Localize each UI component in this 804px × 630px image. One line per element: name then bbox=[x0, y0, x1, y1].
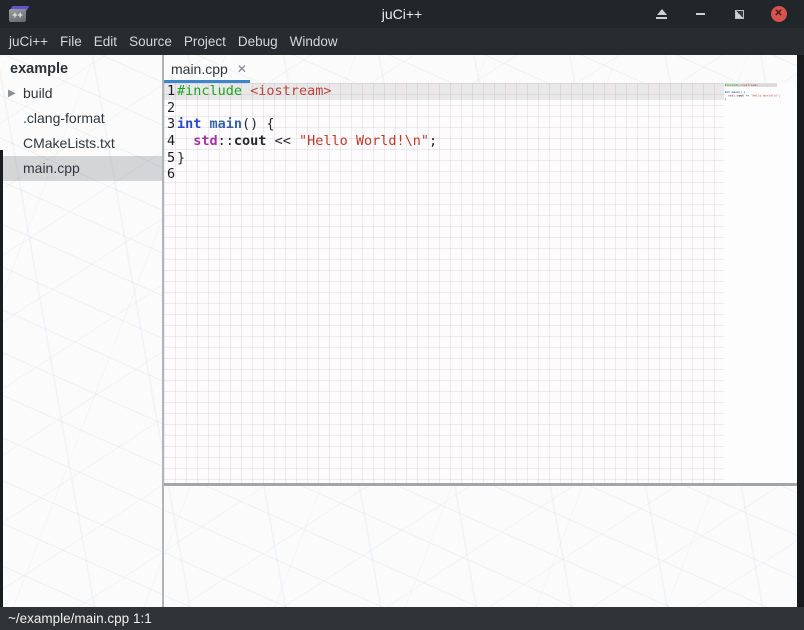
tab-main-cpp[interactable]: main.cpp ✕ bbox=[164, 55, 258, 83]
code-token-identifier: cout bbox=[737, 94, 744, 98]
editor: 1#include <iostream>23int main() {4 std:… bbox=[164, 83, 797, 483]
menu-item-window[interactable]: Window bbox=[284, 28, 344, 55]
code-line: 5} bbox=[725, 98, 727, 102]
window-left-edge bbox=[0, 150, 3, 607]
code-token-plain bbox=[201, 116, 209, 133]
tree-item-label: .clang-format bbox=[23, 110, 105, 126]
code-token-include_path: <iostream> bbox=[740, 83, 757, 87]
titlebar: ++ juCi++ ✕ bbox=[0, 0, 804, 28]
menu-item-project[interactable]: Project bbox=[178, 28, 232, 55]
code-token-namespace: std bbox=[193, 133, 217, 150]
code-line: 1#include <iostream> bbox=[164, 83, 724, 100]
code-token-include_path: <iostream> bbox=[250, 83, 331, 100]
window-right-edge bbox=[797, 55, 804, 607]
code-token-string: "Hello World!\n" bbox=[299, 133, 429, 150]
menubar: juCi++FileEditSourceProjectDebugWindow bbox=[0, 28, 804, 55]
code-line: 6 bbox=[164, 166, 724, 183]
tab-label: main.cpp bbox=[171, 61, 228, 77]
line-number: 5 bbox=[164, 150, 177, 167]
code-area[interactable]: 1#include <iostream>23int main() {4 std:… bbox=[164, 83, 724, 483]
code-token-plain: << bbox=[744, 94, 751, 98]
code-token-plain bbox=[177, 133, 193, 150]
project-root-label: example bbox=[0, 55, 162, 81]
code-token-function: main bbox=[210, 116, 243, 133]
window-controls: ✕ bbox=[654, 6, 786, 22]
close-button[interactable]: ✕ bbox=[771, 6, 786, 22]
line-number: 3 bbox=[164, 116, 177, 133]
code-line: 5} bbox=[164, 150, 724, 167]
tab-bar: main.cpp ✕ bbox=[164, 55, 797, 83]
file-tree-sidebar: example ▶ build .clang-format CMakeLists.tx… bbox=[0, 55, 162, 607]
close-icon: ✕ bbox=[771, 6, 787, 22]
minimize-icon bbox=[696, 13, 705, 15]
code-line: 3int main() { bbox=[164, 116, 724, 133]
tree-item-main-cpp[interactable]: main.cpp bbox=[0, 156, 162, 181]
sidebar-splitter[interactable] bbox=[162, 55, 164, 607]
code-token-identifier: cout bbox=[234, 133, 267, 150]
status-bar: ~/example/main.cpp 1:1 bbox=[0, 607, 804, 630]
code-token-plain: << bbox=[266, 133, 299, 150]
code-token-string: "Hello World!\n" bbox=[751, 94, 779, 98]
menu-item-file[interactable]: File bbox=[54, 28, 88, 55]
line-number: 2 bbox=[164, 100, 177, 117]
menu-item-debug[interactable]: Debug bbox=[232, 28, 284, 55]
expander-icon[interactable]: ▶ bbox=[8, 81, 16, 106]
menu-item-edit[interactable]: Edit bbox=[88, 28, 123, 55]
app-icon: ++ bbox=[8, 4, 32, 24]
code-token-plain: :: bbox=[218, 133, 234, 150]
app-window: ++ juCi++ ✕ juCi++FileEditSourceProjectD… bbox=[0, 0, 804, 630]
code-token-preprocessor: #include bbox=[725, 83, 739, 87]
minimize-button[interactable] bbox=[693, 6, 708, 22]
content-area: example ▶ build .clang-format CMakeLists.tx… bbox=[0, 55, 797, 607]
code-token-plain: ; bbox=[779, 94, 781, 98]
code-token-plain: ; bbox=[429, 133, 437, 150]
maximize-button[interactable] bbox=[732, 6, 747, 22]
code-token-plain bbox=[242, 83, 250, 100]
line-number: 6 bbox=[164, 166, 177, 183]
tree-item-cmakelists-txt[interactable]: CMakeLists.txt bbox=[0, 131, 162, 156]
status-text: ~/example/main.cpp 1:1 bbox=[8, 611, 152, 626]
tab-close-icon[interactable]: ✕ bbox=[237, 62, 247, 76]
code-token-plain: } bbox=[177, 150, 185, 167]
code-line: 1#include <iostream> bbox=[725, 83, 778, 87]
editor-pane: main.cpp ✕ 1#include <iostream>23int mai… bbox=[164, 55, 797, 607]
code-line: 4 std::cout << "Hello World!\n"; bbox=[164, 133, 724, 150]
tree-item-label: main.cpp bbox=[23, 160, 80, 176]
tree-item-label: CMakeLists.txt bbox=[23, 135, 115, 151]
line-number: 4 bbox=[164, 133, 177, 150]
code-token-type: int bbox=[177, 116, 201, 133]
tree-item-build[interactable]: ▶ build bbox=[0, 81, 162, 106]
code-token-plain: () { bbox=[242, 116, 275, 133]
menu-item-juci[interactable]: juCi++ bbox=[3, 28, 54, 55]
line-number: 1 bbox=[164, 83, 177, 100]
code-line: 2 bbox=[164, 100, 724, 117]
code-token-preprocessor: #include bbox=[177, 83, 242, 100]
shade-button[interactable] bbox=[654, 6, 669, 22]
code-line: 4 std::cout << "Hello World!\n"; bbox=[725, 94, 781, 98]
tree-item-clang-format[interactable]: .clang-format bbox=[0, 106, 162, 131]
minimap[interactable]: 1#include <iostream>23int main() {4 std:… bbox=[724, 83, 797, 483]
maximize-icon bbox=[735, 10, 744, 19]
code-token-plain: } bbox=[725, 98, 727, 102]
output-panel[interactable] bbox=[164, 486, 797, 607]
tree-item-label: build bbox=[23, 85, 53, 101]
menu-item-source[interactable]: Source bbox=[123, 28, 178, 55]
shade-icon bbox=[657, 9, 667, 15]
